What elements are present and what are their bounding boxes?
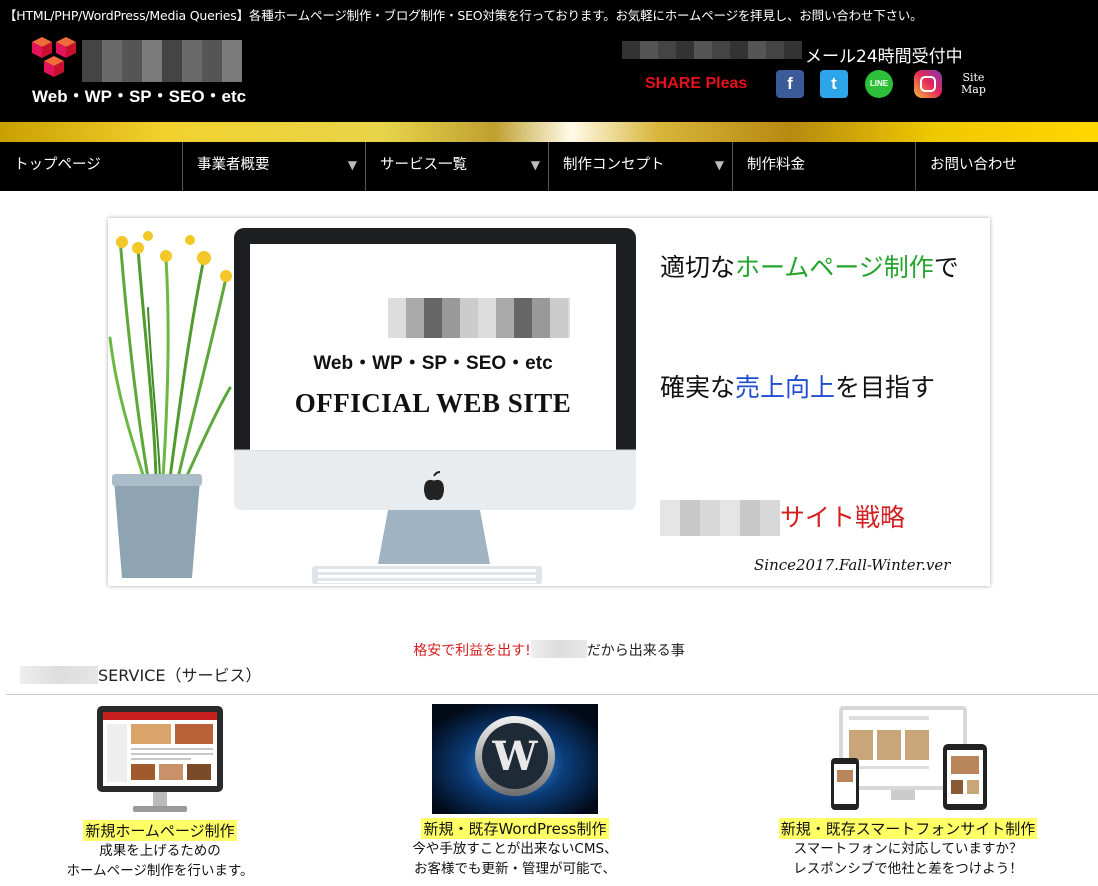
intro-text: だから出来る事 xyxy=(586,643,685,659)
twitter-icon[interactable]: t xyxy=(820,70,848,98)
nav-item-pricing[interactable]: 制作料金 xyxy=(733,142,916,191)
service-desc: スマートフォンに対応していますか？ xyxy=(793,841,1023,857)
hero-headline-2: 確実な売上向上を目指す xyxy=(660,368,935,404)
screen-logo-blurred xyxy=(388,298,570,338)
service-title: 新規ホームページ制作 xyxy=(83,820,237,841)
screen-subtitle: Web・WP・SP・SEO・etc xyxy=(313,353,553,374)
service-title: 新規・既存スマートフォンサイト制作 xyxy=(778,818,1038,839)
header-tagline: 【HTML/PHP/WordPress/Media Queries】各種ホームペ… xyxy=(4,8,923,23)
dropdown-arrow-icon: ▼ xyxy=(530,158,540,172)
wordpress-logo-icon: W xyxy=(432,704,598,814)
service-desc: 成果を上げるための xyxy=(99,843,221,859)
hero-text-highlight: ホームページ制作 xyxy=(735,253,934,282)
hero-text-highlight: 売上向上 xyxy=(735,373,836,402)
service-title: 新規・既存WordPress制作 xyxy=(421,818,609,839)
nav-item-label: お問い合わせ xyxy=(930,157,1017,173)
flower-pot-icon xyxy=(114,480,200,578)
global-nav: トップページ 事業者概要 ▼ サービス一覧 ▼ 制作コンセプト ▼ 制作料金 お… xyxy=(0,142,1098,191)
gold-divider-band xyxy=(0,122,1098,142)
hero-text: を目指す xyxy=(835,373,936,402)
logo-subtitle: Web・WP・SP・SEO・etc xyxy=(32,87,247,106)
service-heading: SERVICE（サービス） xyxy=(20,662,261,686)
section-divider xyxy=(6,694,1098,695)
desktop-monitor-icon xyxy=(97,706,223,812)
service-intro: 格安で利益を出す! だから出来る事 xyxy=(0,640,1098,660)
mail-reception-text: メール24時間受付中 xyxy=(805,47,963,67)
nav-item-top[interactable]: トップページ xyxy=(0,142,183,191)
svg-text:W: W xyxy=(492,733,539,780)
service-card-homepage[interactable]: 新規ホームページ制作 成果を上げるための ホームページ制作を行います。 xyxy=(0,704,320,881)
share-label: SHARE Pleas xyxy=(645,75,748,92)
logo-name-blurred xyxy=(82,40,242,82)
company-name-blurred xyxy=(20,666,98,684)
service-desc: ホームページ制作を行います。 xyxy=(66,863,254,879)
dropdown-arrow-icon: ▼ xyxy=(714,158,724,172)
nav-item-label: サービス一覧 xyxy=(380,157,467,173)
hero-strategy-text: サイト戦略 xyxy=(780,503,906,532)
nav-item-company[interactable]: 事業者概要 ▼ xyxy=(183,142,366,191)
nav-item-label: トップページ xyxy=(14,157,101,173)
monitor-stand xyxy=(378,510,490,564)
service-card-smartphone[interactable]: 新規・既存スマートフォンサイト制作 スマートフォンに対応していますか？ レスポン… xyxy=(748,704,1068,879)
contact-blurred xyxy=(622,41,802,59)
hero-banner: Web・WP・SP・SEO・etc OFFICIAL WEB SITE 適切なホ… xyxy=(108,218,990,586)
screen-title: OFFICIAL WEB SITE xyxy=(294,388,572,418)
service-heading-text: SERVICE（サービス） xyxy=(98,666,262,685)
service-desc: レスポンシブで他社と差をつけよう！ xyxy=(793,861,1023,877)
service-desc: 今や手放すことが出来ないCMS、 xyxy=(412,841,618,857)
dropdown-arrow-icon: ▼ xyxy=(347,158,357,172)
cube-logo-icon xyxy=(32,37,76,77)
service-card-wordpress[interactable]: W 新規・既存WordPress制作 今や手放すことが出来ないCMS、 お客様で… xyxy=(355,704,675,879)
sitemap-link[interactable]: Site Map xyxy=(961,72,986,96)
nav-item-label: 制作料金 xyxy=(747,157,805,173)
hero-since-signature: Since2017.Fall-Winter.ver xyxy=(754,556,951,574)
site-header: 【HTML/PHP/WordPress/Media Queries】各種ホームペ… xyxy=(0,0,1098,122)
nav-item-label: 事業者概要 xyxy=(197,157,270,173)
nav-item-contact[interactable]: お問い合わせ xyxy=(916,142,1098,191)
plant-icon xyxy=(108,236,232,480)
nav-item-services[interactable]: サービス一覧 ▼ xyxy=(366,142,549,191)
responsive-devices-icon xyxy=(831,706,987,810)
hero-text: 確実な xyxy=(660,373,736,402)
hero-headline-1: 適切なホームページ制作で xyxy=(660,248,959,284)
nav-item-concept[interactable]: 制作コンセプト ▼ xyxy=(549,142,733,191)
company-name-blurred xyxy=(660,500,780,536)
facebook-icon[interactable]: f xyxy=(776,70,804,98)
nav-item-label: 制作コンセプト xyxy=(563,157,665,173)
instagram-icon[interactable] xyxy=(914,70,942,98)
site-logo[interactable]: Web・WP・SP・SEO・etc xyxy=(30,34,250,106)
service-desc: お客様でも更新・管理が可能で、 xyxy=(414,861,616,877)
line-icon[interactable]: LINE xyxy=(865,70,893,98)
monitor-screen: Web・WP・SP・SEO・etc OFFICIAL WEB SITE xyxy=(250,244,616,450)
intro-highlight: 格安で利益を出す! xyxy=(413,643,531,659)
company-name-blurred xyxy=(530,640,587,658)
hero-text: で xyxy=(933,253,959,282)
hero-text: 適切な xyxy=(660,253,736,282)
